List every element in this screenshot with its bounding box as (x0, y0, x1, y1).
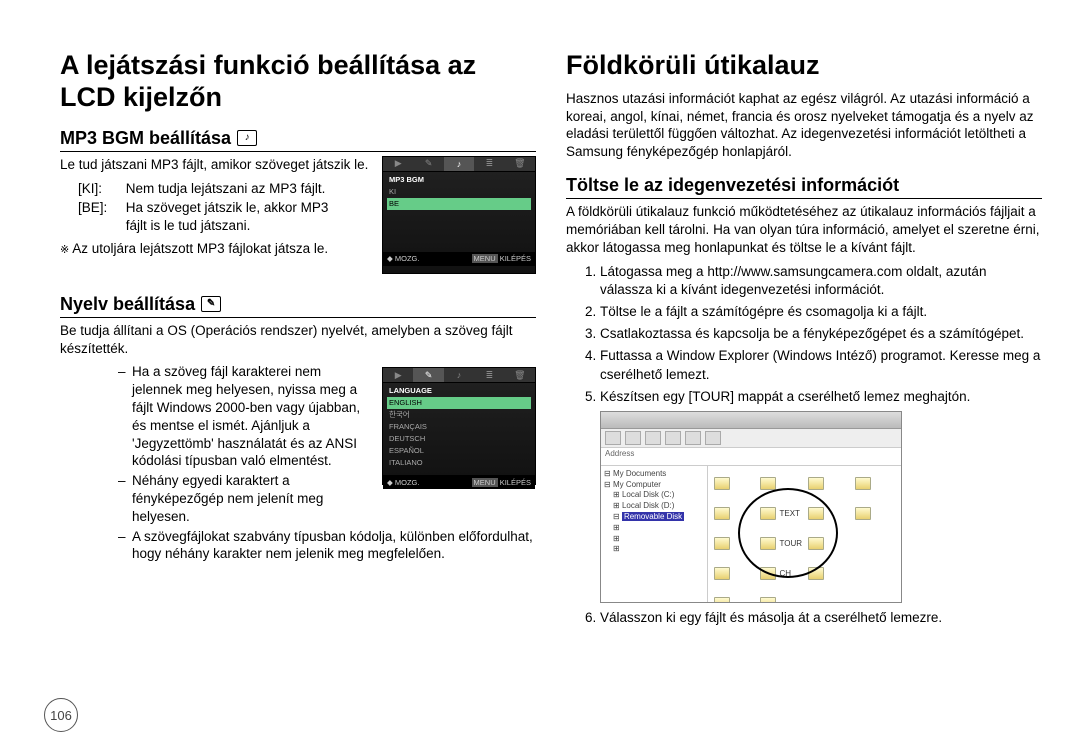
folder-icon (760, 507, 776, 520)
list-item: Csatlakoztassa és kapcsolja be a fénykép… (600, 325, 1042, 344)
folder-icon (760, 597, 776, 603)
device-mp3bgm-screenshot: ▶ ✎ ♪ ≣ 🗑 MP3 BGM KI BE ◆ MOZG. MENU (382, 156, 536, 274)
page-number: 106 (44, 698, 78, 732)
folder-icon (760, 477, 776, 490)
download-intro: A földkörüli útikalauz funkció működteté… (566, 203, 1042, 256)
language-intro: Be tudja állítani a OS (Operációs rendsz… (60, 322, 536, 358)
pencil-icon: ✎ (201, 296, 221, 312)
folder-icon (808, 567, 824, 580)
toolbar-button-icon (605, 431, 621, 445)
toolbar-button-icon (625, 431, 641, 445)
list-item: Ha a szöveg fájl karakterei nem jelennek… (118, 363, 536, 470)
folder-icon (760, 567, 776, 580)
steps-list-continued: Válasszon ki egy fájlt és másolja át a c… (566, 609, 1042, 628)
folder-tree: My Documents My Computer Local Disk (C:)… (601, 466, 708, 603)
folder-icon (714, 477, 730, 490)
folder-icon (808, 477, 824, 490)
left-title: A lejátszási funkció beállítása az LCD k… (60, 50, 536, 114)
folder-icon (714, 507, 730, 520)
folder-icon (855, 507, 871, 520)
device-tab-icon: 🗑 (505, 157, 535, 171)
steps-list: Látogassa meg a http://www.samsungcamera… (566, 263, 1042, 407)
right-title: Földkörüli útikalauz (566, 50, 1042, 82)
mp3-bgm-heading: MP3 BGM beállítása ♪ (60, 128, 536, 152)
folder-icon (855, 477, 871, 490)
device-tab-icon: ♪ (444, 157, 474, 171)
list-item: Készítsen egy [TOUR] mappát a cserélhető… (600, 388, 1042, 407)
folder-icon (714, 567, 730, 580)
music-icon: ♪ (237, 130, 257, 146)
list-item: Futtassa a Window Explorer (Windows Inté… (600, 347, 1042, 385)
list-item: A szövegfájlokat szabvány típusban kódol… (118, 528, 536, 564)
right-intro: Hasznos utazási információt kaphat az eg… (566, 90, 1042, 161)
device-tab-icon: ▶ (383, 157, 413, 171)
device-tab-icon: ✎ (413, 157, 443, 171)
toolbar-button-icon (705, 431, 721, 445)
windows-explorer-screenshot: Address My Documents My Computer Local D… (600, 411, 902, 603)
language-heading: Nyelv beállítása ✎ (60, 294, 536, 318)
folder-icon (808, 537, 824, 550)
list-item: Néhány egyedi karaktert a fényképezőgép … (118, 472, 536, 525)
address-bar: Address (601, 448, 901, 466)
list-item: Látogassa meg a http://www.samsungcamera… (600, 263, 1042, 301)
folder-icon (808, 507, 824, 520)
list-item: Töltse le a fájlt a számítógépre és csom… (600, 303, 1042, 322)
folder-icon (714, 597, 730, 603)
toolbar-button-icon (685, 431, 701, 445)
device-tab-icon: ≣ (474, 157, 504, 171)
folder-grid: x x x x x TEXT x x x TOUR x x CH x (708, 466, 901, 603)
right-column: Földkörüli útikalauz Hasznos utazási inf… (566, 50, 1042, 734)
folder-icon (714, 537, 730, 550)
download-heading: Töltse le az idegenvezetési információt (566, 175, 1042, 199)
left-column: A lejátszási funkció beállítása az LCD k… (60, 50, 536, 734)
toolbar-button-icon (645, 431, 661, 445)
toolbar-button-icon (665, 431, 681, 445)
folder-icon (760, 537, 776, 550)
list-item: Válasszon ki egy fájlt és másolja át a c… (600, 609, 1042, 628)
